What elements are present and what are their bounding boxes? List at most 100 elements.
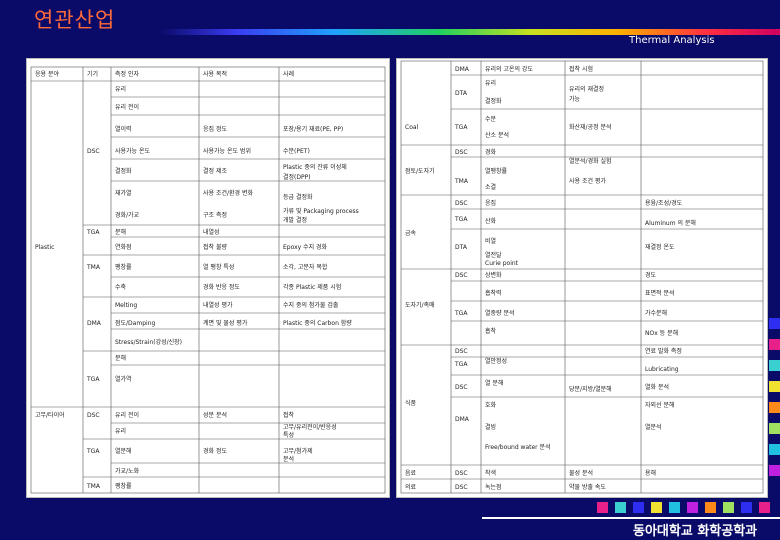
table-cell: 열 팽창 특성 <box>203 263 234 271</box>
left-table-body: 유리 유리 전이 열이력 응집 정도 포장/용기 재료(PE, PP) DSC … <box>35 85 359 490</box>
table-cell: 도자기/촉매 <box>405 301 435 309</box>
table-cell: 분석 <box>283 455 294 463</box>
color-square-right <box>769 318 780 329</box>
table-cell: DTA <box>455 90 468 97</box>
table-cell: Melting <box>115 302 137 309</box>
color-square-bottom <box>723 502 734 513</box>
table-cell: 고무/첨가제 <box>283 447 313 455</box>
table-cell: 결정화 <box>485 97 502 105</box>
table-cell: 사용가능 온도 <box>115 147 151 155</box>
color-square-bottom <box>597 502 608 513</box>
table-cell: 녹는점 <box>485 484 502 491</box>
table-cell: DSC <box>455 348 468 355</box>
table-cell: DMA <box>87 320 102 327</box>
table-cell: TGA <box>86 376 100 383</box>
table-cell: 경화/가교 <box>115 211 140 219</box>
table-cell: DSC <box>455 149 468 156</box>
color-square-right <box>769 360 780 371</box>
color-square-bottom <box>687 502 698 513</box>
table-cell: Coal <box>405 124 419 131</box>
table-cell: 착색 <box>485 469 496 477</box>
table-cell: 열이력 <box>115 125 132 133</box>
table-cell: 연화점 <box>115 243 132 251</box>
table-cell: 연료 발화 측정 <box>645 347 682 355</box>
table-cell: TGA <box>454 216 468 223</box>
right-table-panel: DMA 유리의 고온의 강도 접착 시험 DTA 유리 유리의 재결정 가능 결… <box>396 58 768 498</box>
table-cell: 접착 <box>283 411 295 419</box>
table-cell: 성분 분석 <box>203 411 227 419</box>
table-cell: 팽창률 <box>115 263 132 271</box>
table-cell: 결빙 <box>485 423 496 431</box>
table-cell: TMA <box>454 178 469 185</box>
color-square-right <box>769 444 780 455</box>
table-cell: 가류 및 Packaging process <box>283 207 359 215</box>
table-cell: Free/bound water 분석 <box>485 443 551 451</box>
table-cell: 점토/도자기 <box>405 167 435 175</box>
table-cell: 열 분해 <box>485 379 503 387</box>
table-cell: 산소 분석 <box>485 131 509 139</box>
table-cell: TGA <box>454 310 468 317</box>
table-cell: 용해 <box>645 469 656 477</box>
table-cell: 경화 정도 <box>203 448 227 455</box>
table-cell: Stress/Strain(강성/신장) <box>115 338 182 346</box>
table-cell: 특성 <box>283 431 294 439</box>
table-cell: 유리 전이 <box>115 103 139 111</box>
table-cell: TMA <box>86 264 101 271</box>
table-cell: 물성 분석 <box>569 469 593 477</box>
table-cell: 접착 불량 <box>203 243 227 251</box>
table-cell: 유리 전이 <box>115 411 139 419</box>
table-cell: 수지 중의 첨가물 검출 <box>283 301 339 309</box>
table-cell: DSC <box>455 272 468 279</box>
table-cell: DMA <box>455 66 470 73</box>
table-cell: Plastic 중의 Carbon 함량 <box>283 319 352 327</box>
table-cell: 열중량 분석 <box>485 309 515 317</box>
table-cell: 응집 정도 <box>203 126 227 133</box>
table-cell: 가능 <box>569 95 581 103</box>
table-cell: 포장/용기 재료(PE, PP) <box>283 125 343 133</box>
color-square-bottom <box>705 502 716 513</box>
footer-label: 동아대학교 화학공학과 <box>633 524 758 539</box>
table-cell: 유리 <box>485 79 496 87</box>
table-cell: 열분석/경화 실험 <box>569 157 612 165</box>
color-square-bottom <box>759 502 770 513</box>
table-cell: 재가열 <box>115 189 132 197</box>
table-cell: 수분 <box>485 116 497 123</box>
table-cell: 의료 <box>405 483 417 491</box>
color-square-bottom <box>669 502 680 513</box>
table-cell: 경화 <box>485 149 497 156</box>
table-cell: 열전달 <box>485 251 502 259</box>
table-cell: 결정화 <box>115 167 132 175</box>
table-cell: 유리의 고온의 강도 <box>485 65 533 73</box>
table-cell: DSC <box>455 384 468 391</box>
table-cell: 응집 <box>485 200 496 207</box>
table-cell: DSC <box>455 200 468 207</box>
color-square-bottom <box>615 502 626 513</box>
color-square-right <box>769 402 780 413</box>
header-cell: 사례 <box>283 70 294 78</box>
table-cell: 유리의 재결정 <box>569 85 604 93</box>
header-cell: 사용 목적 <box>203 70 227 78</box>
table-cell: TMA <box>86 483 101 490</box>
right-table-body: DMA 유리의 고온의 강도 접착 시험 DTA 유리 유리의 재결정 가능 결… <box>405 65 696 491</box>
color-square-right <box>769 423 780 434</box>
table-cell: Plastic 중의 잔류 이성체 <box>283 163 347 171</box>
table-cell: Aluminum 의 분해 <box>645 219 696 227</box>
table-cell: 분해 <box>115 354 126 362</box>
table-cell: 당분/지방/열분해 <box>569 385 612 393</box>
table-cell: 구조 측정 <box>203 211 227 219</box>
color-square-bottom <box>741 502 752 513</box>
table-cell: 가수분해 <box>645 309 667 317</box>
table-cell: 결정 제조 <box>203 167 227 175</box>
table-cell: 비열 <box>485 237 496 245</box>
table-cell: DSC <box>87 148 100 155</box>
footer-underline <box>482 517 780 519</box>
table-cell: 수분(PET) <box>283 148 310 155</box>
table-cell: 결정(DPP) <box>283 173 311 181</box>
table-cell: 소각, 고분자 복합 <box>283 263 328 271</box>
table-cell: 가교/노화 <box>115 467 140 475</box>
table-cell: 팽창률 <box>115 482 132 490</box>
table-cell: DTA <box>455 244 468 251</box>
table-cell: 열분해 <box>115 447 132 455</box>
table-cell: TGA <box>86 229 100 236</box>
table-cell: 열가역 <box>115 375 132 383</box>
